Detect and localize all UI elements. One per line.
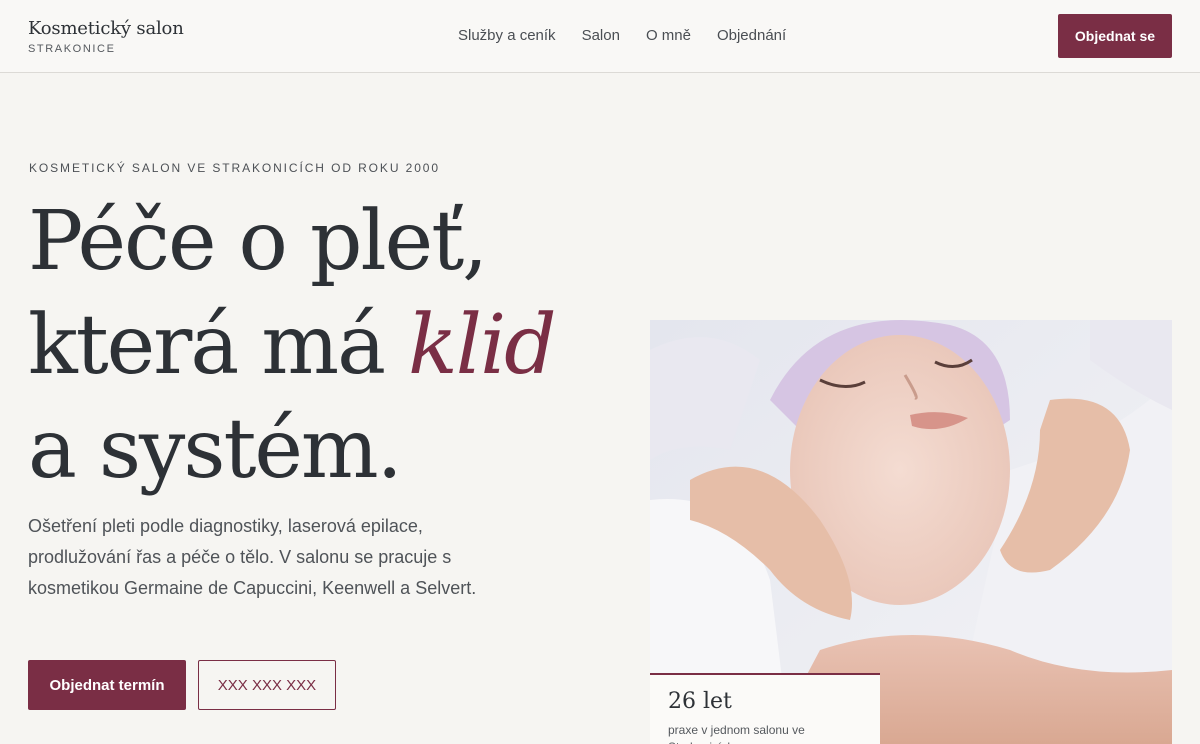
header-book-button[interactable]: Objednat se xyxy=(1058,14,1172,58)
hero-description: Ošetření pleti podle diagnostiky, lasero… xyxy=(28,516,477,598)
brand-logo[interactable]: Kosmetický salon STRAKONICE xyxy=(28,18,184,55)
headline-line-1: Péče o pleť, xyxy=(28,194,488,289)
headline-accent-word: klid xyxy=(408,298,557,393)
experience-card: 26 let praxe v jednom salonu ve Strakoni… xyxy=(650,673,880,744)
headline-line-2: která má xyxy=(28,298,409,393)
experience-label: praxe v jednom salonu ve Strakonicích xyxy=(668,723,805,744)
nav-link-about[interactable]: O mně xyxy=(646,27,691,45)
nav-link-salon[interactable]: Salon xyxy=(582,27,620,45)
brand-name: Kosmetický salon xyxy=(28,18,184,39)
book-appointment-button[interactable]: Objednat termín xyxy=(28,660,186,710)
main-nav: Služby a ceník Salon O mně Objednání xyxy=(458,27,812,45)
nav-link-services[interactable]: Služby a ceník xyxy=(458,27,556,45)
site-header: Kosmetický salon STRAKONICE Služby a cen… xyxy=(0,0,1200,73)
headline-line-3: a systém. xyxy=(28,402,403,497)
brand-city: STRAKONICE xyxy=(28,43,116,55)
experience-value: 26 let xyxy=(668,689,732,714)
nav-link-booking[interactable]: Objednání xyxy=(717,27,786,45)
hero-eyebrow: KOSMETICKÝ SALON VE STRAKONICÍCH OD ROKU… xyxy=(29,161,440,175)
phone-button[interactable]: XXX XXX XXX xyxy=(198,660,336,710)
hero-headline: Péče o pleť, která má klid a systém. xyxy=(28,190,628,502)
